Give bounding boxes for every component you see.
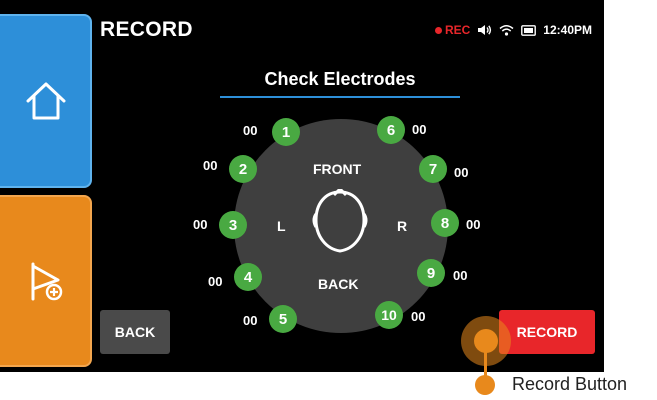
clock: 12:40PM — [543, 23, 592, 37]
home-button[interactable] — [0, 14, 92, 188]
rec-dot-icon — [434, 26, 442, 34]
check-electrodes-title: Check Electrodes — [264, 69, 416, 89]
electrode-5[interactable]: 5 — [269, 305, 297, 333]
electrode-4[interactable]: 4 — [234, 263, 262, 291]
front-label: FRONT — [313, 161, 362, 177]
recording-indicator: REC — [434, 23, 471, 37]
back-label: BACK — [318, 276, 359, 292]
page-title: RECORD — [100, 18, 193, 41]
record-button[interactable]: RECORD — [499, 310, 595, 354]
electrode-value: 00 — [466, 217, 481, 232]
electrode-1[interactable]: 1 — [272, 118, 300, 146]
electrode-3[interactable]: 3 — [219, 211, 247, 239]
electrode-6[interactable]: 6 — [377, 116, 405, 144]
wifi-icon — [499, 25, 514, 36]
electrode-8[interactable]: 8 — [431, 209, 459, 237]
left-label: L — [277, 218, 286, 234]
electrode-9[interactable]: 9 — [417, 259, 445, 287]
electrode-value: 00 — [203, 158, 218, 173]
device-screen: RECORD REC 12:40PM Check Electrodes FRON… — [0, 0, 604, 372]
electrode-value: 00 — [208, 274, 223, 289]
add-marker-button[interactable] — [0, 195, 92, 367]
electrode-value: 00 — [454, 165, 469, 180]
flag-plus-icon — [31, 262, 63, 301]
battery-icon — [521, 24, 537, 36]
speaker-icon — [478, 25, 492, 35]
status-bar: REC 12:40PM — [434, 23, 592, 37]
rec-label: REC — [444, 23, 471, 37]
electrode-7[interactable]: 7 — [419, 155, 447, 183]
callout-label: Record Button — [512, 374, 628, 394]
electrode-value: 00 — [193, 217, 208, 232]
back-button[interactable]: BACK — [100, 310, 170, 354]
callout-dot — [475, 375, 495, 395]
electrode-10[interactable]: 10 — [375, 301, 403, 329]
electrode-value: 00 — [243, 123, 258, 138]
title-underline — [220, 96, 460, 98]
electrode-value: 00 — [243, 313, 258, 328]
head-outline-icon — [312, 189, 368, 253]
electrode-value: 00 — [412, 122, 427, 137]
electrode-2[interactable]: 2 — [229, 155, 257, 183]
electrode-value: 00 — [453, 268, 468, 283]
electrode-value: 00 — [411, 309, 426, 324]
right-label: R — [397, 218, 408, 234]
home-icon — [26, 82, 66, 120]
